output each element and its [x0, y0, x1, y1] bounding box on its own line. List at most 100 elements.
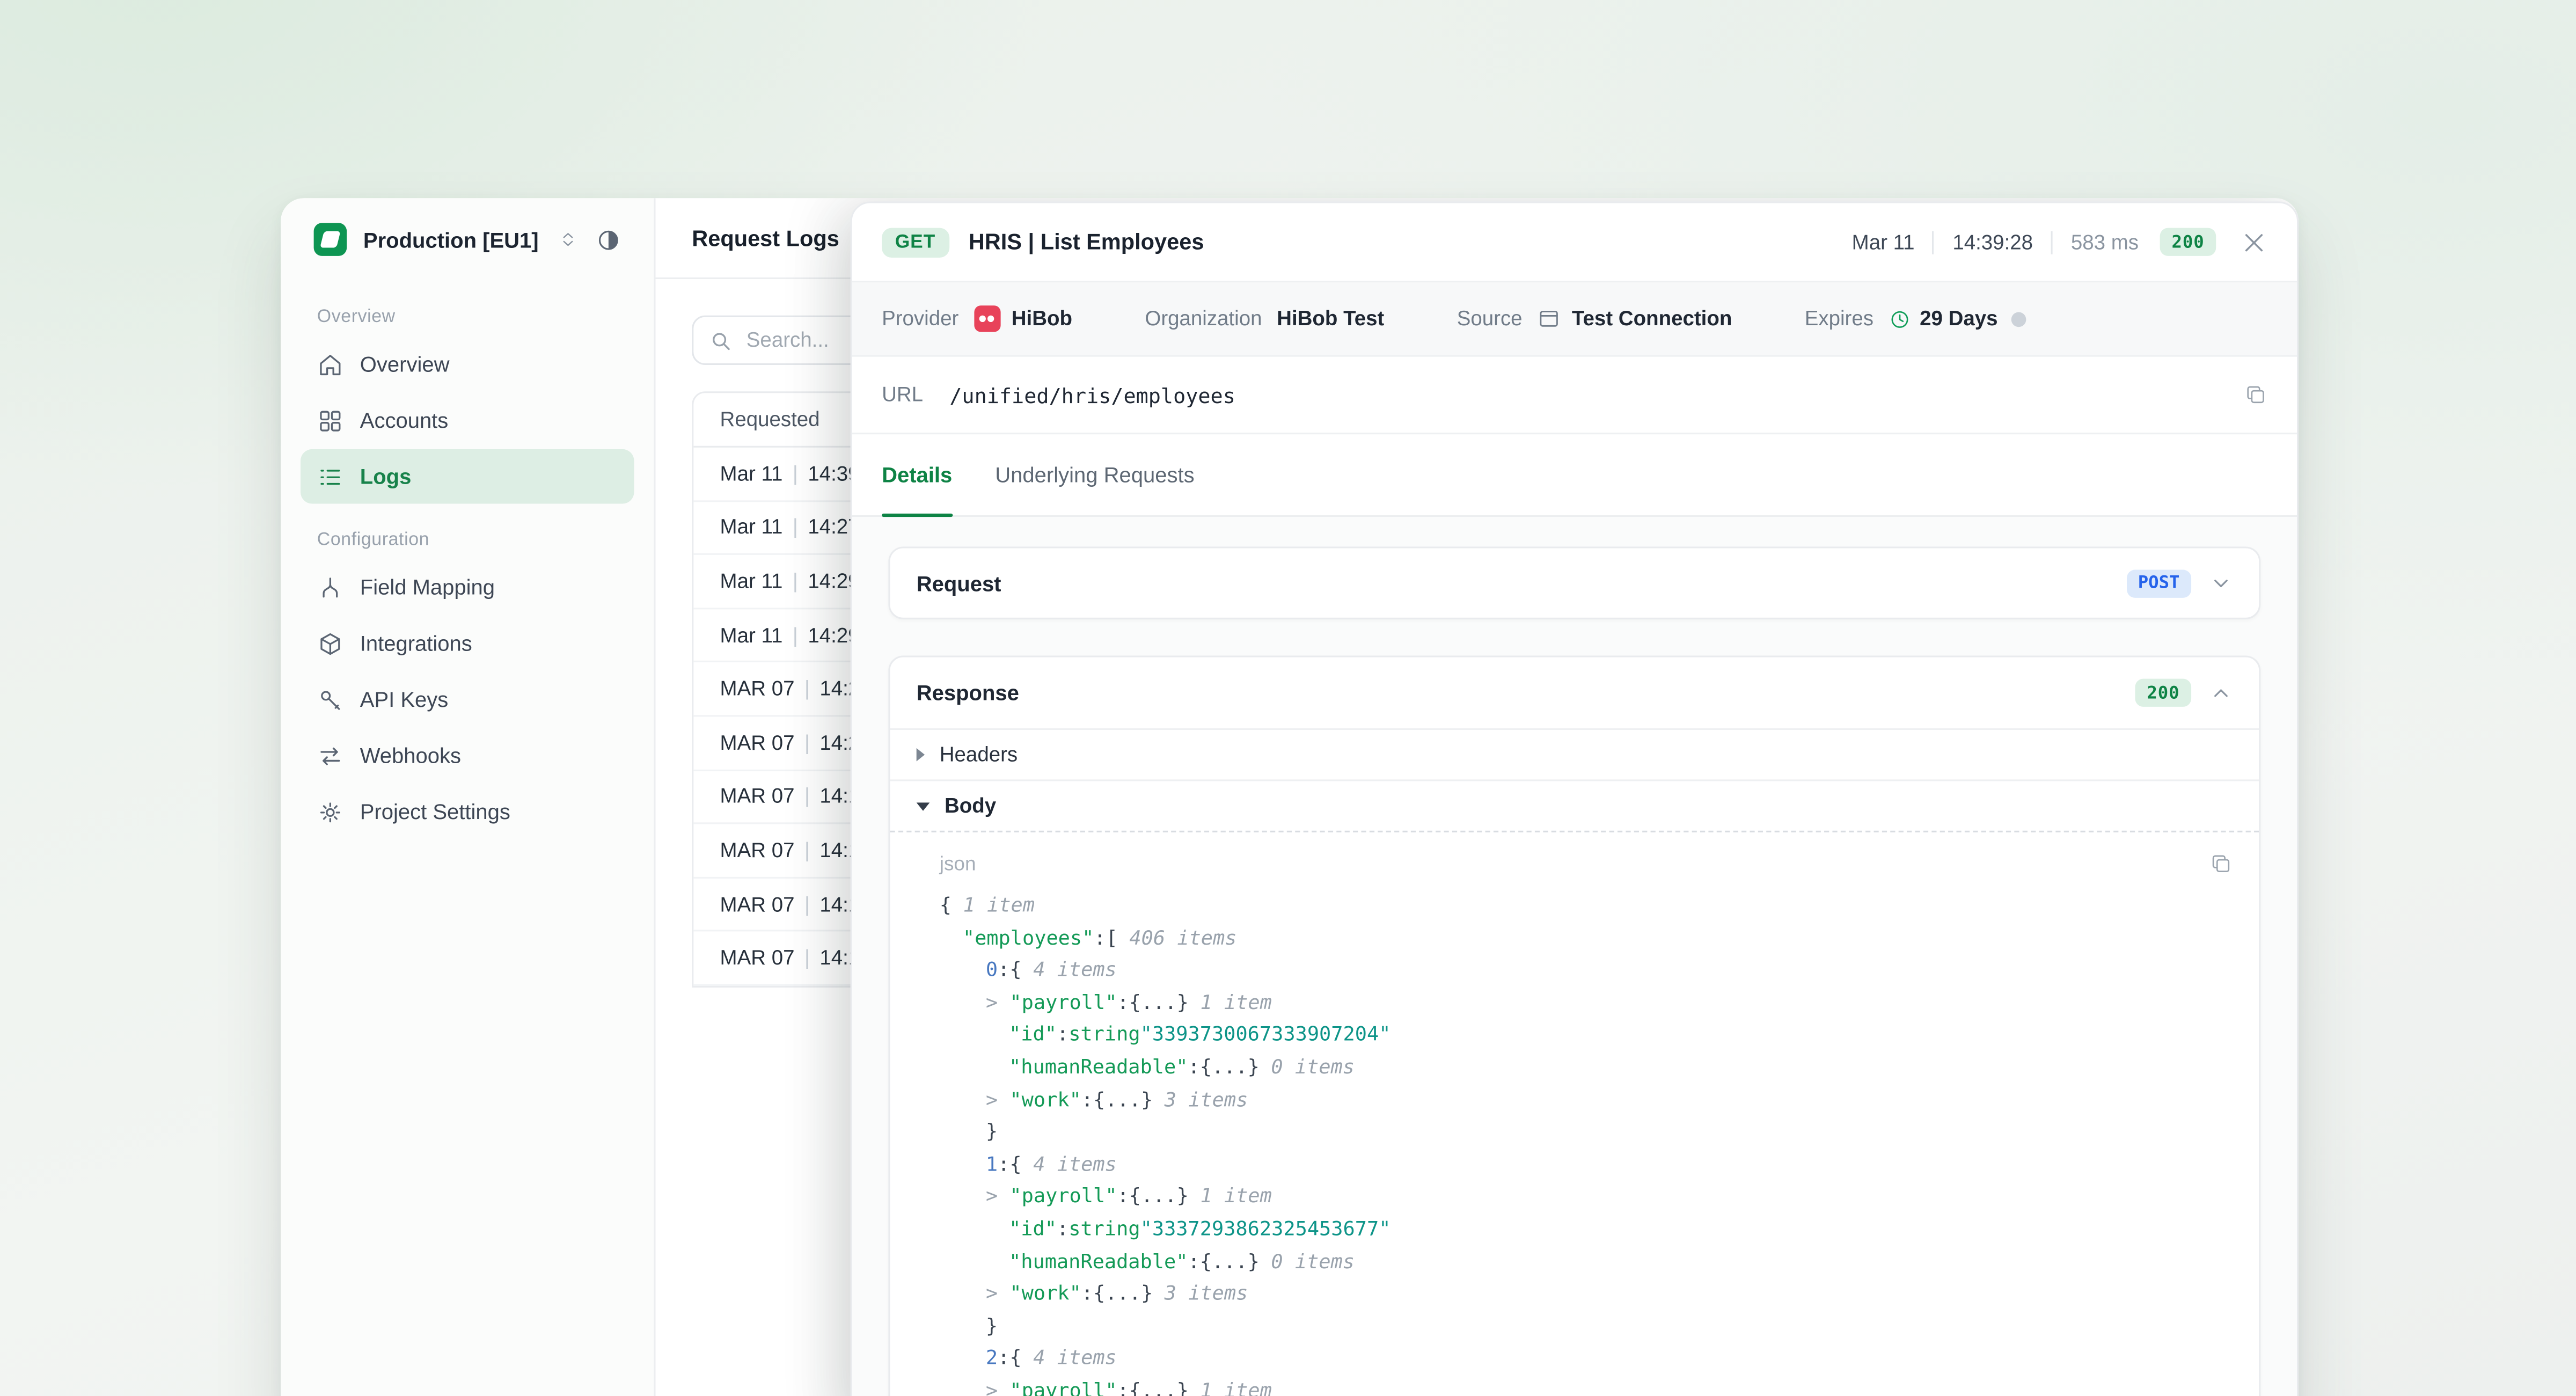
sidebar-collapse-icon[interactable] — [596, 227, 621, 252]
sidebar-item-field-mapping[interactable]: Field Mapping — [301, 560, 634, 615]
request-meta-bar: Provider HiBob Organization HiBob Test S… — [852, 281, 2297, 357]
sidebar-item-api-keys[interactable]: API Keys — [301, 672, 634, 727]
sidebar-item-label: Overview — [360, 352, 450, 376]
copy-body-icon[interactable] — [2209, 852, 2233, 875]
request-method-badge: POST — [2126, 569, 2191, 597]
response-section-toggle[interactable]: Response 200 — [890, 657, 2259, 728]
json-toolbar: json — [890, 832, 2259, 875]
provider-value: HiBob — [1012, 307, 1072, 330]
url-row: URL /unified/hris/employees — [852, 357, 2297, 435]
json-token-p: :{...} — [1117, 990, 1188, 1013]
response-body-toggle[interactable]: Body — [890, 779, 2259, 832]
json-token-k: "payroll" — [1009, 990, 1117, 1013]
json-token-t: string — [1069, 1023, 1140, 1046]
organization-value: HiBob Test — [1277, 307, 1384, 330]
json-token-i: 1 — [986, 1152, 998, 1175]
json-token-k: "id" — [1009, 1023, 1057, 1046]
json-line: "humanReadable":{...}0 items — [890, 1246, 2259, 1278]
sidebar-item-webhooks[interactable]: Webhooks — [301, 728, 634, 783]
json-token-s: "3393730067333907204" — [1140, 1023, 1391, 1046]
sidebar-item-label: Accounts — [360, 408, 449, 433]
json-line[interactable]: > "payroll":{...}1 item — [890, 1376, 2259, 1396]
log-date: MAR 07 — [720, 893, 795, 916]
home-icon — [317, 351, 343, 377]
json-token-p: :[ — [1094, 926, 1117, 949]
json-line[interactable]: > "work":{...}3 items — [890, 1084, 2259, 1116]
source-label: Source — [1457, 307, 1523, 330]
divider — [1933, 230, 1934, 253]
expand-arrow-icon[interactable]: > — [986, 1379, 1009, 1396]
expand-arrow-icon[interactable]: > — [986, 1185, 1009, 1208]
sidebar-item-label: Integrations — [360, 631, 472, 655]
sidebar-item-logs[interactable]: Logs — [301, 449, 634, 504]
json-line[interactable]: > "payroll":{...}1 item — [890, 1181, 2259, 1214]
chevron-up-icon — [2209, 681, 2233, 704]
json-line[interactable]: > "work":{...}3 items — [890, 1278, 2259, 1311]
json-token-m: 1 item — [963, 894, 1035, 917]
json-token-i: 2 — [986, 1347, 998, 1370]
sidebar-item-project-settings[interactable]: Project Settings — [301, 785, 634, 839]
json-line: "id":string"3393730067333907204" — [890, 1020, 2259, 1052]
log-date: MAR 07 — [720, 731, 795, 754]
request-title: HRIS | List Employees — [969, 230, 1204, 254]
logs-icon — [317, 463, 343, 489]
json-token-p: :{ — [998, 1347, 1021, 1370]
log-separator: | — [793, 462, 798, 485]
copy-url-icon[interactable] — [2244, 383, 2267, 406]
source-group: Source Test Connection — [1457, 307, 1732, 330]
json-token-m: 1 item — [1200, 1379, 1271, 1396]
expires-value: 29 Days — [1920, 307, 1997, 330]
expires-label: Expires — [1805, 307, 1874, 330]
expand-arrow-icon[interactable]: > — [986, 1087, 1009, 1110]
window-icon — [1537, 307, 1560, 330]
sidebar-item-integrations[interactable]: Integrations — [301, 616, 634, 671]
organization-label: Organization — [1145, 307, 1262, 330]
url-label: URL — [882, 383, 923, 406]
provider-label: Provider — [882, 307, 958, 330]
provider-group: Provider HiBob — [882, 305, 1072, 332]
log-date: Mar 11 — [720, 624, 783, 647]
json-token-p: :{...} — [1188, 1055, 1259, 1078]
log-separator: | — [804, 893, 810, 916]
log-separator: | — [804, 947, 810, 970]
tab-underlying-requests[interactable]: Underlying Requests — [995, 434, 1194, 515]
json-token-p: :{ — [998, 958, 1021, 981]
json-line: 0:{4 items — [890, 955, 2259, 987]
json-token-p: : — [1057, 1023, 1069, 1046]
response-headers-toggle[interactable]: Headers — [890, 728, 2259, 779]
json-token-m: 3 items — [1165, 1282, 1248, 1305]
expand-arrow-icon[interactable]: > — [986, 1282, 1009, 1305]
log-date: MAR 07 — [720, 839, 795, 862]
webhooks-icon — [317, 742, 343, 769]
response-section: Response 200 Headers Body — [888, 656, 2260, 1396]
desktop-background: Production [EU1] Overview Overview Account… — [0, 0, 2576, 1396]
json-token-p: } — [986, 1120, 998, 1143]
json-line: "employees":[406 items — [890, 923, 2259, 955]
request-section-toggle[interactable]: Request POST — [888, 546, 2260, 619]
app-window: Production [EU1] Overview Overview Account… — [281, 198, 2299, 1396]
close-icon[interactable] — [2241, 229, 2267, 255]
sidebar-item-label: Logs — [360, 464, 412, 489]
json-token-m: 4 items — [1033, 1152, 1117, 1175]
organization-group: Organization HiBob Test — [1145, 307, 1384, 330]
status-badge: 200 — [2160, 228, 2216, 256]
sidebar-section-label: Configuration — [301, 530, 634, 550]
log-separator: | — [793, 624, 798, 647]
log-separator: | — [793, 516, 798, 539]
tab-details[interactable]: Details — [882, 434, 952, 515]
workspace-switcher-icon[interactable] — [558, 228, 578, 251]
json-token-k: "employees" — [963, 926, 1094, 949]
workspace-selector[interactable]: Production [EU1] — [301, 198, 634, 281]
sidebar-item-accounts[interactable]: Accounts — [301, 393, 634, 448]
sidebar-item-overview[interactable]: Overview — [301, 337, 634, 392]
response-section-title: Response — [917, 681, 1019, 705]
json-line[interactable]: > "payroll":{...}1 item — [890, 987, 2259, 1019]
expand-arrow-icon[interactable]: > — [986, 990, 1009, 1013]
log-separator: | — [804, 731, 810, 754]
accounts-icon — [317, 407, 343, 433]
sidebar-section-label: Overview — [301, 307, 634, 327]
hibob-logo-icon — [974, 305, 1000, 332]
json-token-p: { — [940, 894, 952, 917]
api-keys-icon — [317, 686, 343, 712]
json-line: "id":string"3337293862325453677" — [890, 1214, 2259, 1246]
